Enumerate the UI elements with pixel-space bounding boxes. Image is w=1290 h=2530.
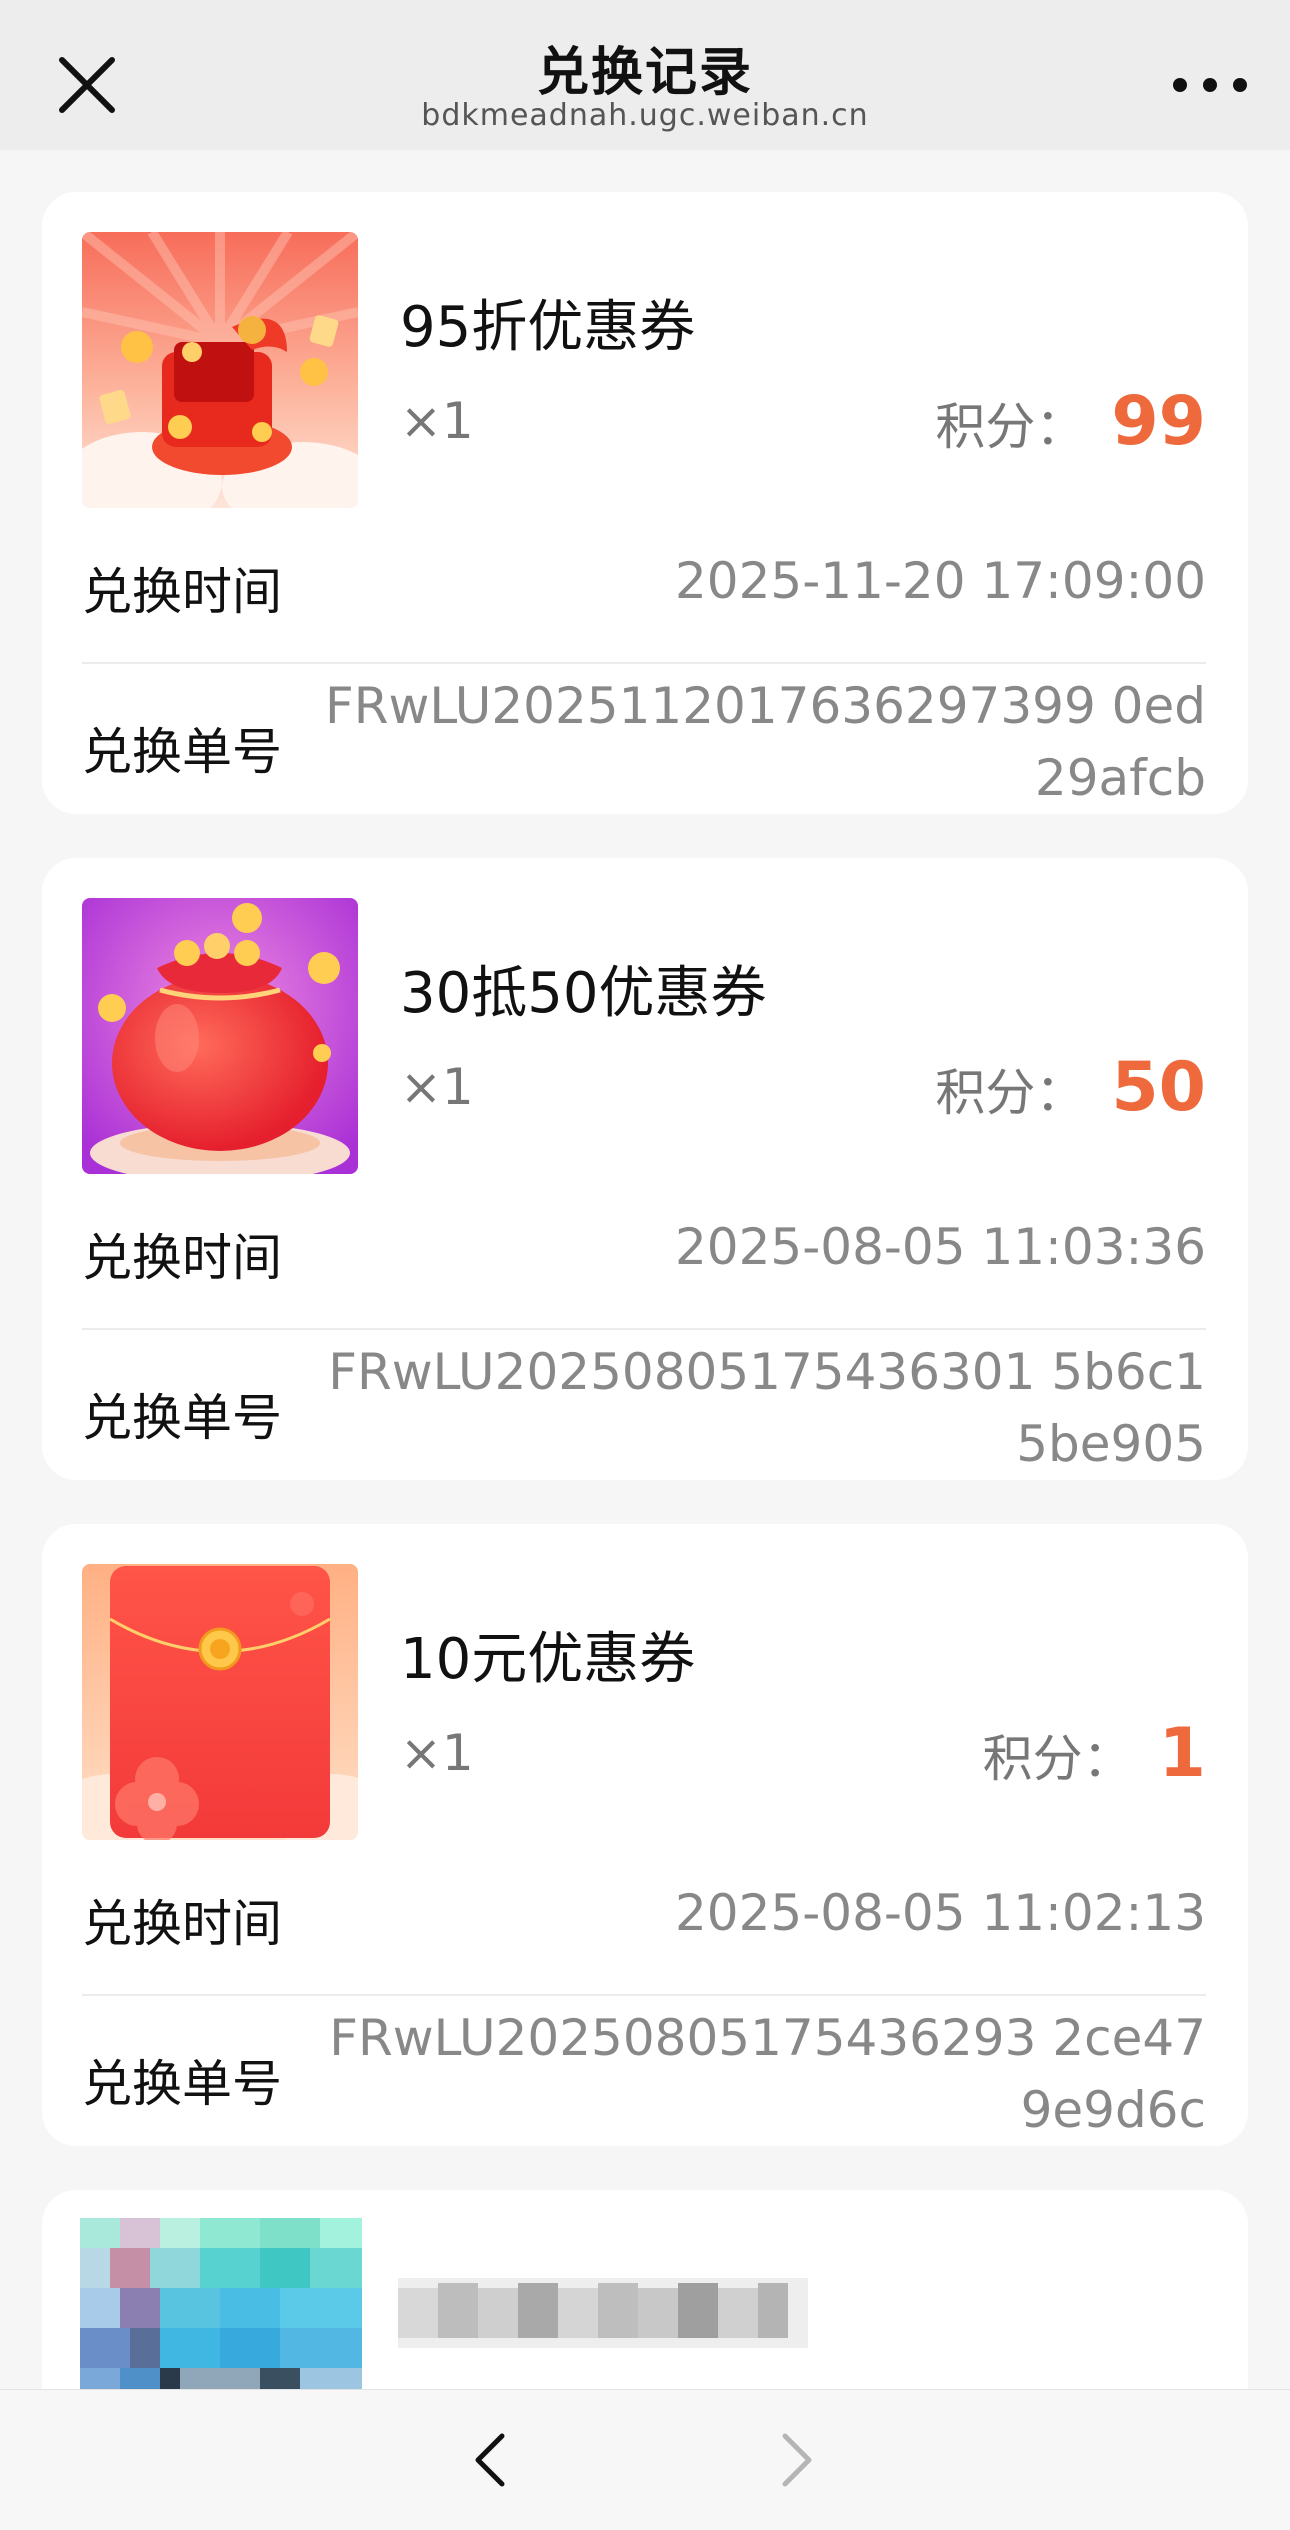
item-name: 95折优惠券 [400,295,696,360]
record-card[interactable]: 95折优惠券 ×1 积分： 99 兑换时间 2025-11-20 17:09:0… [42,192,1248,814]
record-list[interactable]: 95折优惠券 ×1 积分： 99 兑换时间 2025-11-20 17:09:0… [0,150,1290,2390]
divider [82,662,1206,664]
forward-button[interactable] [765,2430,825,2490]
order-number-value: FRwLU2025112017636297399 0ed29afcb [325,677,1206,807]
divider [82,1328,1206,1330]
item-name: 10元优惠券 [400,1627,696,1692]
more-dots-icon [1173,78,1247,92]
record-card[interactable]: 10元优惠券 ×1 积分： 1 兑换时间 2025-08-05 11:02:13… [42,1524,1248,2146]
browser-toolbar [0,2389,1290,2530]
redeem-time-label: 兑换时间 [82,1895,282,1953]
order-number-value: FRwLU20250805175436301 5b6c15be905 [328,1343,1206,1473]
points-label: 积分： [935,398,1086,456]
points-label: 积分： [982,1730,1133,1788]
record-card[interactable]: 30抵50优惠券 ×1 积分： 50 兑换时间 2025-08-05 11:03… [42,858,1248,1480]
pixelated-image [80,2218,362,2390]
points-cost: 积分： 1 [983,1714,1206,1793]
redeem-time-value: 2025-11-20 17:09:00 [674,552,1206,610]
back-button[interactable] [462,2430,522,2490]
points-cost: 积分： 99 [935,382,1206,461]
chevron-left-icon [475,2433,505,2487]
redeem-time-label: 兑换时间 [82,563,282,621]
points-value: 50 [1111,1048,1206,1127]
points-value: 1 [1158,1714,1206,1793]
points-value: 99 [1111,382,1206,461]
redeem-time-value: 2025-08-05 11:03:36 [674,1218,1206,1276]
redeem-time-value: 2025-08-05 11:02:13 [674,1884,1206,1942]
redeem-time-label: 兑换时间 [82,1229,282,1287]
points-label: 积分： [935,1064,1086,1122]
item-quantity: ×1 [400,1724,474,1782]
page-url: bdkmeadnah.ugc.weiban.cn [421,98,869,133]
money-bag-image [82,898,358,1174]
gift-box-coins-image [82,232,358,508]
navigation-bar: 兑换记录 bdkmeadnah.ugc.weiban.cn [0,0,1290,150]
order-number-label: 兑换单号 [82,1389,282,1447]
order-number-value: FRwLU20250805175436293 2ce479e9d6c [329,2009,1206,2139]
red-envelope-image [82,1564,358,1840]
item-name: 30抵50优惠券 [400,961,767,1026]
order-number-label: 兑换单号 [82,2055,282,2113]
divider [82,1994,1206,1996]
page-title: 兑换记录 [536,43,753,103]
record-card-obscured[interactable] [42,2190,1248,2390]
order-number-label: 兑换单号 [82,723,282,781]
chevron-right-icon [782,2433,812,2487]
more-button[interactable] [1160,55,1260,115]
item-quantity: ×1 [400,1058,474,1116]
item-quantity: ×1 [400,392,474,450]
points-cost: 积分： 50 [935,1048,1206,1127]
pixelated-item-name [398,2278,808,2348]
